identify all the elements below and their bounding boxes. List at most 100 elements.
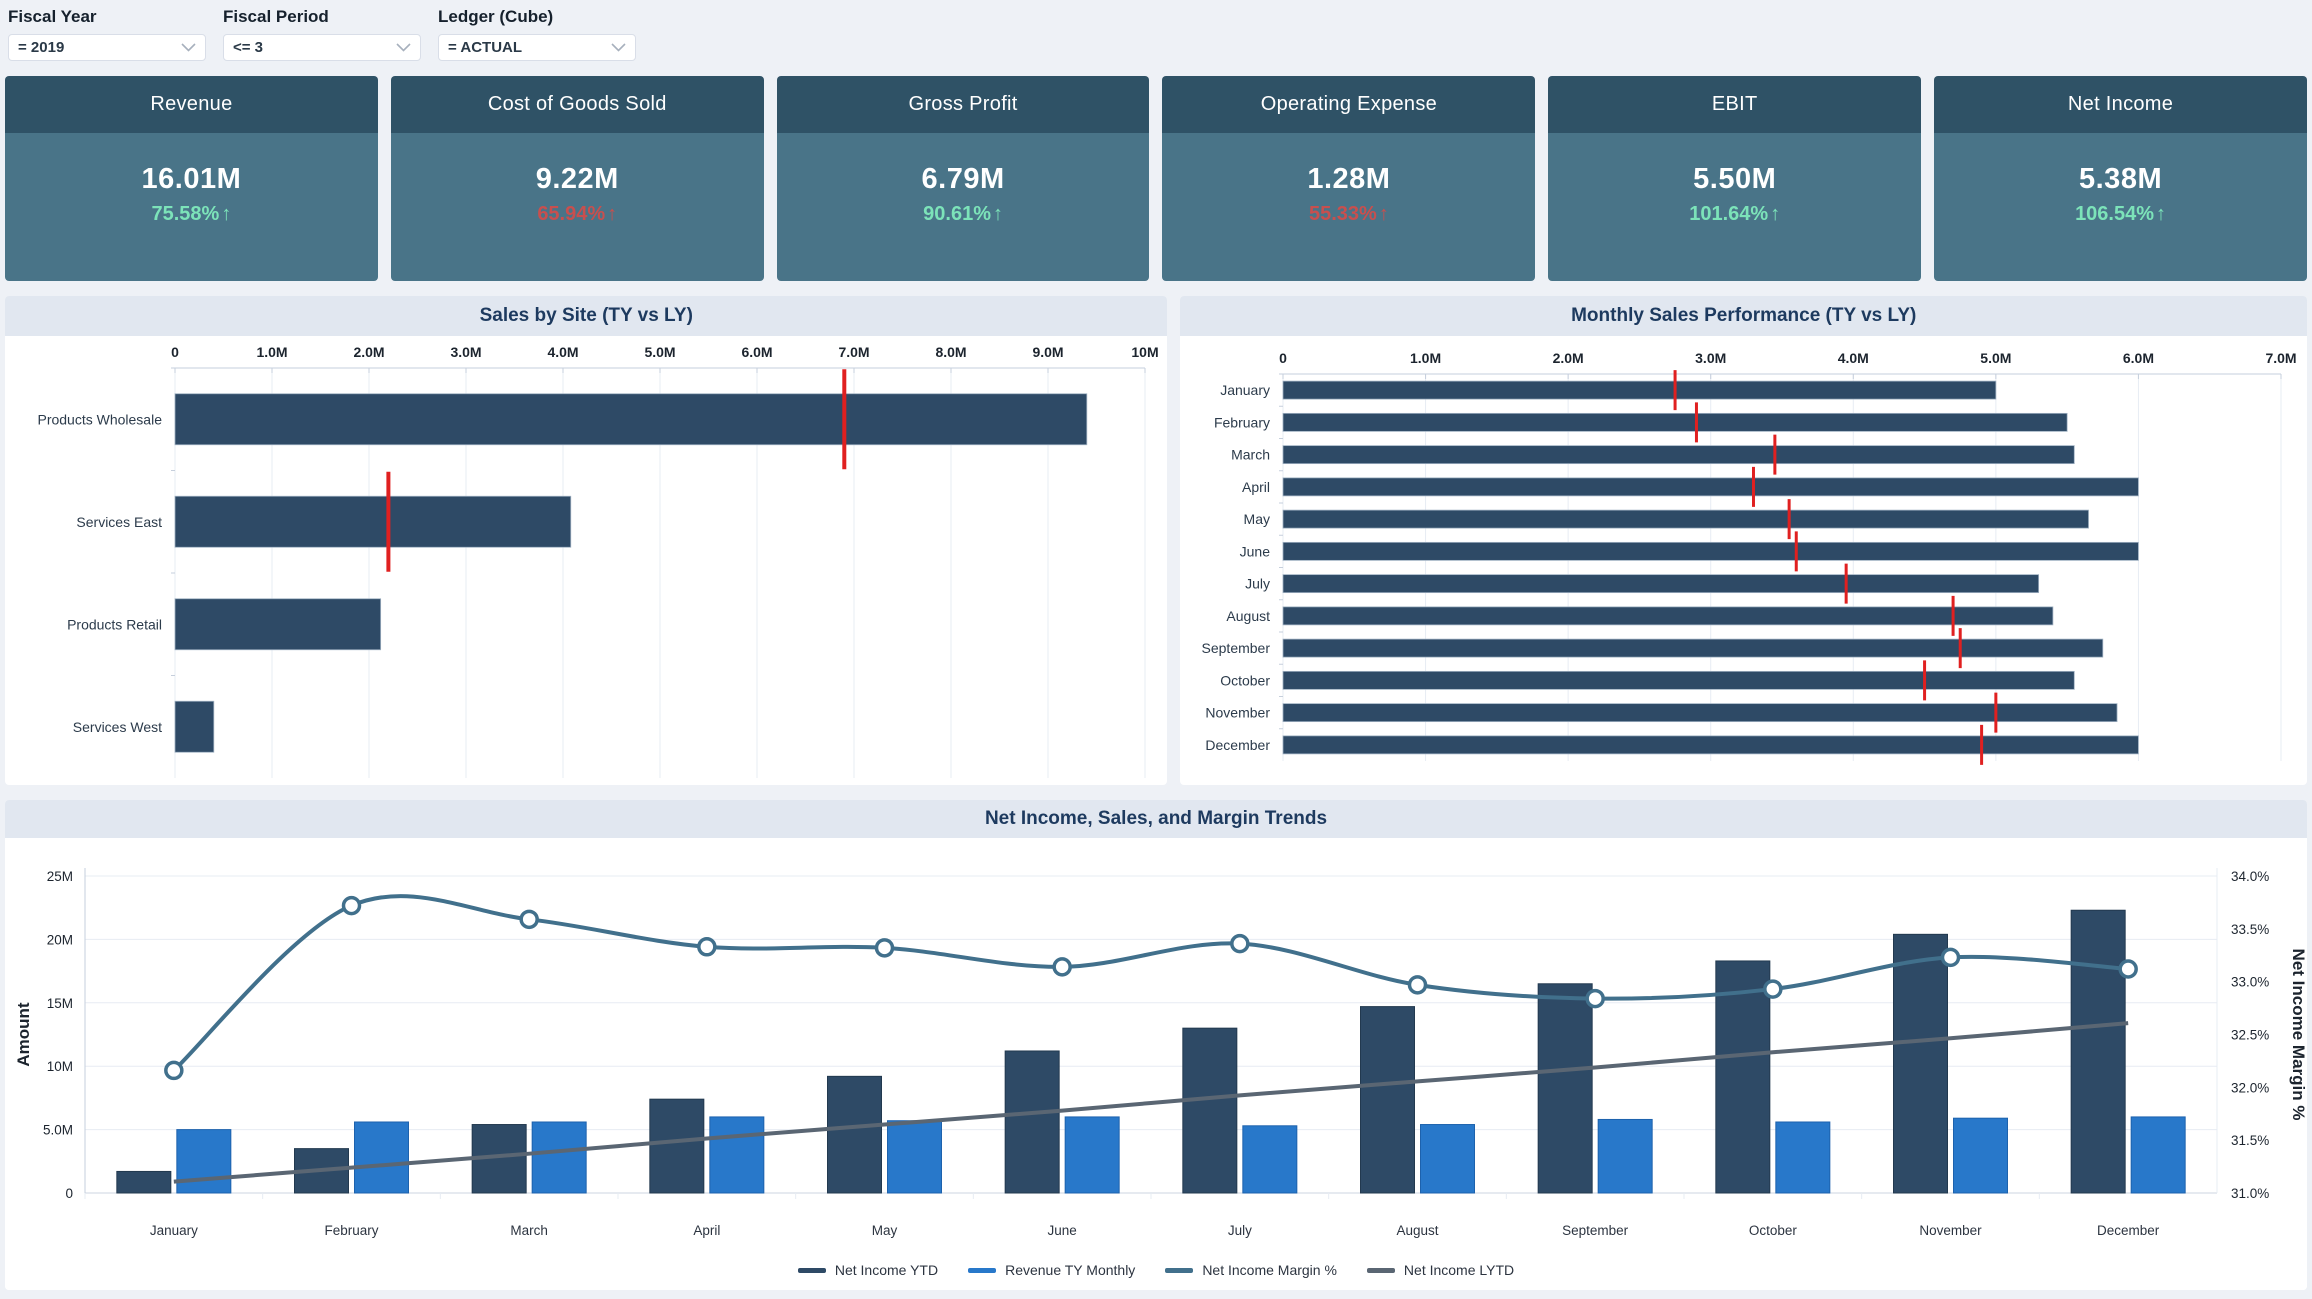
fiscal-period-value: <= 3 [233,39,264,56]
kpi-title: Operating Expense [1162,76,1536,133]
filter-fiscal-year: Fiscal Year = 2019 [8,5,206,61]
bar-revenue-ty-monthly-january [176,1129,232,1194]
bar-products-retail [174,598,382,651]
bar-february [1283,412,2069,432]
bar-june [1283,541,2140,561]
ledger-label: Ledger (Cube) [438,7,554,26]
bar-november [1283,703,2118,723]
svg-text:33.0%: 33.0% [2231,975,2269,990]
bar-revenue-ty-monthly-august [1420,1124,1475,1194]
bar-revenue-ty-monthly-november [1953,1117,2008,1194]
ledger-value: = ACTUAL [448,39,523,56]
kpi-row: Revenue 16.01M 75.58% ↑ Cost of Goods Sol… [0,65,2312,281]
bar-net-income-ytd-april [649,1098,705,1194]
kpi-value: 9.22M [535,162,619,195]
bar-september [1283,638,2104,658]
legend-item-net-income-lytd[interactable]: Net Income LYTD [1366,1262,1514,1278]
marker-net-income-margin-june [1052,957,1072,977]
bar-revenue-ty-monthly-march [531,1121,587,1194]
kpi-card-revenue[interactable]: Revenue 16.01M 75.58% ↑ [5,76,378,281]
kpi-value: 6.79M [921,162,1005,195]
svg-text:November: November [1206,705,1271,721]
svg-text:February: February [1214,414,1270,430]
svg-text:March: March [510,1223,548,1238]
marker-net-income-margin-march [519,909,539,930]
bar-revenue-ty-monthly-july [1242,1125,1298,1194]
kpi-value: 16.01M [141,162,242,195]
legend-item-net-income-ytd[interactable]: Net Income YTD [797,1262,938,1278]
monthly-sales-chart[interactable]: 0 1.0M 2.0M 3.0M 4.0M 5.0M 6.0M 7.0M January Febr… [1180,336,2307,785]
svg-text:July: July [1228,1223,1252,1238]
marker-net-income-margin-october [1763,979,1783,999]
svg-text:February: February [324,1223,378,1238]
bar-revenue-ty-monthly-april [709,1116,765,1194]
svg-text:5.0M: 5.0M [644,344,675,360]
chevron-down-icon [396,43,411,52]
svg-text:January: January [150,1223,198,1238]
svg-text:Products Wholesale: Products Wholesale [37,411,162,427]
svg-text:4.0M: 4.0M [547,344,578,360]
svg-text:August: August [1396,1223,1438,1238]
bar-revenue-ty-monthly-may [887,1120,942,1194]
svg-text:December: December [1206,737,1271,753]
svg-text:October: October [1749,1223,1798,1238]
svg-text:August: August [1227,608,1271,624]
svg-text:7.0M: 7.0M [2266,350,2297,366]
bar-net-income-ytd-may [827,1075,882,1194]
svg-text:6.0M: 6.0M [741,344,772,360]
fiscal-period-select[interactable]: <= 3 [223,34,421,61]
svg-text:2.0M: 2.0M [1553,350,1584,366]
ledger-select[interactable]: = ACTUAL [438,34,636,61]
svg-text:33.5%: 33.5% [2231,922,2269,937]
kpi-card-cogs[interactable]: Cost of Goods Sold 9.22M 65.94% ↑ [390,76,764,281]
bar-net-income-ytd-september [1537,983,1593,1194]
kpi-card-gross-profit[interactable]: Gross Profit 6.79M 90.61% ↑ [776,76,1150,281]
fiscal-year-label: Fiscal Year [8,7,97,26]
kpi-title: Cost of Goods Sold [390,76,764,133]
marker-net-income-margin-november [1940,947,1961,968]
kpi-delta: 65.94% ↑ [537,202,618,225]
chart-legend: Net Income YTD Revenue TY Monthly Net In… [5,1258,2307,1290]
up-arrow-icon: ↑ [992,202,1003,225]
kpi-card-net-income[interactable]: Net Income 5.38M 106.54% ↑ [1934,76,2307,281]
svg-text:31.0%: 31.0% [2231,1186,2269,1201]
bar-revenue-ty-monthly-december [2130,1116,2186,1194]
line-net-income-margin [172,894,2129,1072]
kpi-title: Revenue [5,76,378,133]
svg-text:2.0M: 2.0M [353,344,384,360]
kpi-card-ebit[interactable]: EBIT 5.50M 101.64% ↑ [1548,76,1922,281]
bar-products-wholesale [174,393,1088,446]
legend-item-net-income-margin[interactable]: Net Income Margin % [1165,1262,1337,1278]
up-arrow-icon: ↑ [607,202,618,225]
marker-net-income-margin-may [874,938,895,958]
svg-text:March: March [1232,447,1271,463]
fiscal-year-select[interactable]: = 2019 [8,34,206,61]
kpi-delta: 55.33% ↑ [1308,202,1389,225]
svg-text:15M: 15M [47,996,73,1011]
svg-text:3.0M: 3.0M [450,344,481,360]
marker-net-income-margin-august [1407,975,1428,995]
kpi-card-operating-expense[interactable]: Operating Expense 1.28M 55.33% ↑ [1162,76,1536,281]
trends-chart[interactable]: 0 5.0M 10M 15M 20M 25M 31.0% 31.5% 32.0% 32.5% 33.… [5,838,2307,1258]
svg-text:32.5%: 32.5% [2231,1028,2269,1043]
svg-text:0: 0 [1280,350,1288,366]
legend-swatch [968,1267,997,1273]
legend-item-revenue-ty-monthly[interactable]: Revenue TY Monthly [968,1262,1135,1278]
bar-revenue-ty-monthly-october [1775,1121,1831,1194]
chevron-down-icon [611,43,626,52]
y2-axis-title: Net Income Margin % [2289,949,2307,1121]
svg-text:9.0M: 9.0M [1032,344,1063,360]
svg-text:December: December [2097,1223,2160,1238]
fiscal-period-label: Fiscal Period [223,7,329,26]
svg-text:Products Retail: Products Retail [67,616,162,632]
line-net-income-lytd [173,1021,2129,1184]
chevron-down-icon [181,43,196,52]
svg-text:32.0%: 32.0% [2231,1080,2269,1095]
svg-text:31.5%: 31.5% [2231,1133,2269,1148]
bar-december [1283,735,2140,755]
svg-text:April: April [1242,479,1270,495]
svg-text:September: September [1202,640,1271,656]
svg-text:Services West: Services West [73,719,162,735]
sales-by-site-chart[interactable]: 0 1.0M 2.0M 3.0M 4.0M 5.0M 6.0M 7.0M 8.0M 9.0M 10M… [5,336,1167,785]
sales-by-site-panel: Sales by Site (TY vs LY) 0 1.0M 2.0M 3.0M 4.… [5,296,1168,785]
